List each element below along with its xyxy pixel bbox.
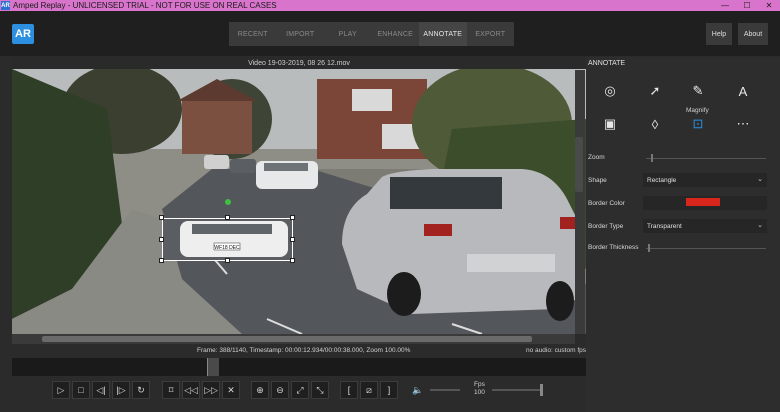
shape-select-value: Rectangle [647, 176, 677, 184]
shape-select[interactable]: Rectangle ⌄ [643, 173, 767, 187]
zoom-out-button[interactable]: ⊖ [271, 381, 289, 399]
close-button[interactable]: ✕ [758, 0, 780, 11]
border-color-swatch[interactable] [686, 198, 720, 206]
more-tools-icon[interactable]: ⋯ [732, 113, 754, 135]
tab-play[interactable]: PLAY [324, 22, 372, 46]
maximize-button[interactable]: ☐ [736, 0, 758, 11]
video-viewer: Video 19-03-2019, 08 26 12.mov WF18 DEC [12, 57, 586, 334]
zoom-slider-knob[interactable] [651, 154, 653, 162]
next-bookmark-button[interactable]: ▷▷ [202, 381, 220, 399]
frame-status: Frame: 388/1140, Timestamp: 00:00:12.934… [197, 347, 411, 354]
border-color-label: Border Color [588, 200, 625, 207]
shape-label: Shape [588, 177, 607, 184]
timeline[interactable] [12, 358, 586, 376]
panel-title: ANNOTATE [588, 59, 626, 67]
stop-button[interactable]: □ [72, 381, 90, 399]
border-thickness-label: Border Thickness [588, 244, 639, 251]
border-type-select-value: Transparent [647, 222, 682, 230]
border-thickness-slider-knob[interactable] [648, 244, 650, 252]
volume-icon[interactable]: 🔈 [409, 381, 427, 399]
panel-scrollbar[interactable] [575, 137, 583, 192]
border-thickness-slider[interactable] [646, 248, 766, 249]
resize-handle-bottom-right[interactable] [290, 258, 295, 263]
bookmark-button[interactable]: ⌑ [162, 381, 180, 399]
rotate-handle[interactable] [225, 199, 231, 205]
tab-export[interactable]: EXPORT [467, 22, 515, 46]
playback-controls: ▷ □ ◁| |▷ ↻ ⌑ ◁◁ ▷▷ ✕ ⊕ ⊖ ⤢ ⤡ [ ⧄ ] 🔈 Fp… [0, 377, 586, 412]
text-tool-icon[interactable]: A [732, 80, 754, 102]
app-logo: AR [12, 24, 34, 44]
shape-tool-icon[interactable]: ◎ [599, 80, 621, 102]
zoom-label: Zoom [588, 154, 605, 161]
vertical-scrollbar[interactable] [575, 70, 585, 334]
window-titlebar: AR Amped Replay - UNLICENSED TRIAL - NOT… [0, 0, 780, 11]
window-title: Amped Replay - UNLICENSED TRIAL - NOT FO… [13, 1, 277, 10]
status-bar: Frame: 388/1140, Timestamp: 00:00:12.934… [12, 345, 586, 357]
horizontal-scroll-thumb[interactable] [42, 336, 532, 342]
tab-enhance[interactable]: ENHANCE [372, 22, 420, 46]
about-button[interactable]: About [738, 23, 768, 45]
chevron-down-icon: ⌄ [757, 176, 763, 183]
mark-in-button[interactable]: [ [340, 381, 358, 399]
fps-slider-knob[interactable] [540, 384, 543, 396]
mark-out-button[interactable]: ] [380, 381, 398, 399]
resize-handle-top[interactable] [225, 215, 230, 220]
timeline-playhead[interactable] [207, 358, 219, 376]
previous-frame-button[interactable]: ◁| [92, 381, 110, 399]
video-title: Video 19-03-2019, 08 26 12.mov [12, 57, 586, 69]
clear-marks-button[interactable]: ⧄ [360, 381, 378, 399]
loop-button[interactable]: ↻ [132, 381, 150, 399]
zoom-in-button[interactable]: ⊕ [251, 381, 269, 399]
selected-tool-caption: Magnify [686, 107, 709, 114]
actual-size-button[interactable]: ⤡ [311, 381, 329, 399]
horizontal-scrollbar[interactable] [12, 334, 575, 344]
annotation-selection-box[interactable] [162, 218, 293, 261]
tab-annotate[interactable]: ANNOTATE [419, 22, 467, 46]
chevron-down-icon: ⌄ [757, 222, 763, 229]
help-button[interactable]: Help [706, 23, 732, 45]
resize-handle-bottom[interactable] [225, 258, 230, 263]
annotate-panel: ANNOTATE ◎ ➚ ✎ A ▣ ◊ ⊡ ⋯ Magnify Zoom Sh… [586, 57, 780, 412]
resize-handle-top-left[interactable] [159, 215, 164, 220]
remove-bookmark-button[interactable]: ✕ [222, 381, 240, 399]
image-tool-icon[interactable]: ▣ [599, 113, 621, 135]
top-toolbar: AR RECENT IMPORT PLAY ENHANCE ANNOTATE E… [0, 11, 780, 56]
resize-handle-left[interactable] [159, 237, 164, 242]
resize-handle-right[interactable] [290, 237, 295, 242]
magnify-tool-icon[interactable]: ⊡ [687, 113, 709, 135]
next-frame-button[interactable]: |▷ [112, 381, 130, 399]
border-type-label: Border Type [588, 223, 624, 230]
border-type-select[interactable]: Transparent ⌄ [643, 219, 767, 233]
resize-handle-bottom-left[interactable] [159, 258, 164, 263]
arrow-tool-icon[interactable]: ➚ [644, 80, 666, 102]
audio-status: no audio: custom fps [526, 347, 586, 354]
zoom-slider[interactable] [646, 158, 766, 159]
video-frame[interactable]: WF18 DEC [12, 69, 586, 334]
blur-tool-icon[interactable]: ◊ [644, 113, 666, 135]
street-scene-image: WF18 DEC [12, 69, 586, 334]
resize-handle-top-right[interactable] [290, 215, 295, 220]
volume-slider[interactable] [430, 389, 460, 391]
fps-label: Fps [474, 381, 485, 388]
tab-import[interactable]: IMPORT [277, 22, 325, 46]
minimize-button[interactable]: — [714, 0, 736, 11]
previous-bookmark-button[interactable]: ◁◁ [182, 381, 200, 399]
pencil-tool-icon[interactable]: ✎ [687, 80, 709, 102]
fps-value: 100 [474, 389, 485, 396]
app-small-logo: AR [1, 1, 10, 10]
tab-recent[interactable]: RECENT [229, 22, 277, 46]
main-tabs: RECENT IMPORT PLAY ENHANCE ANNOTATE EXPO… [229, 22, 514, 46]
fps-slider[interactable] [492, 384, 543, 396]
fit-screen-button[interactable]: ⤢ [291, 381, 309, 399]
play-button[interactable]: ▷ [52, 381, 70, 399]
